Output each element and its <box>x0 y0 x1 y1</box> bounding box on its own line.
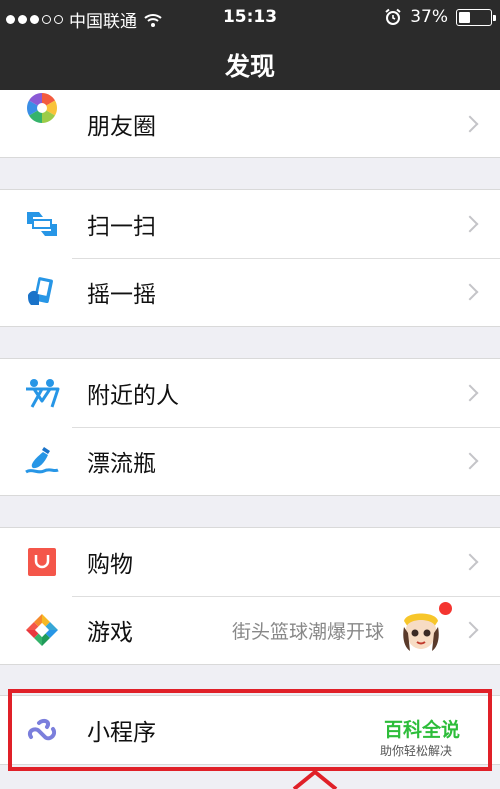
list-item-label: 扫一扫 <box>87 214 156 240</box>
battery-icon <box>456 8 496 26</box>
battery-percent: 37% <box>410 7 448 27</box>
chevron-right-icon <box>461 553 479 571</box>
status-right: 37% <box>384 7 496 27</box>
chevron-right-icon <box>461 215 479 233</box>
chevron-right-icon <box>461 283 479 301</box>
list-item-drift-bottle[interactable]: 漂流瓶 <box>0 427 500 495</box>
group-nearby-bottle: 附近的人 漂流瓶 <box>0 358 500 496</box>
list-item-label: 漂流瓶 <box>87 451 156 477</box>
chevron-right-icon <box>461 452 479 470</box>
battery-fill <box>459 11 470 23</box>
page-title: 发现 <box>224 52 275 81</box>
people-nearby-icon <box>24 375 60 411</box>
group-scan-shake: 扫一扫 摇一摇 <box>0 189 500 327</box>
chevron-right-icon <box>461 621 479 639</box>
list-item-label: 游戏 <box>87 620 133 646</box>
shake-icon <box>24 274 60 310</box>
arrow-up-icon <box>292 770 338 789</box>
watermark-subtitle: 助你轻松解决 <box>379 744 452 758</box>
group-moments: 朋友圈 <box>0 90 500 158</box>
games-icon <box>24 612 60 648</box>
list-item-label: 购物 <box>87 552 133 578</box>
chevron-right-icon <box>461 384 479 402</box>
list-item-label: 小程序 <box>87 720 156 746</box>
alarm-clock-icon <box>385 8 401 25</box>
list-item-scan[interactable]: 扫一扫 <box>0 190 500 258</box>
shopping-bag-icon <box>24 544 60 580</box>
group-shopping-games: 购物 游戏 街头篮球潮爆开球 <box>0 527 500 665</box>
drift-bottle-icon <box>24 443 60 479</box>
watermark-title: 百科全说 <box>383 719 460 741</box>
notification-badge <box>439 602 452 615</box>
list-item-people-nearby[interactable]: 附近的人 <box>0 359 500 427</box>
status-bar: 中国联通 15:13 37% <box>0 0 500 36</box>
game-character-avatar <box>403 613 439 651</box>
games-promo-text: 街头篮球潮爆开球 <box>231 620 384 643</box>
list-item-label: 摇一摇 <box>87 282 156 308</box>
list-item-label: 朋友圈 <box>87 114 156 140</box>
chevron-right-icon <box>461 115 479 133</box>
list-item-shopping[interactable]: 购物 <box>0 528 500 596</box>
list-item-games[interactable]: 游戏 街头篮球潮爆开球 <box>0 596 500 664</box>
list-item-label: 附近的人 <box>87 383 179 409</box>
list-item-shake[interactable]: 摇一摇 <box>0 258 500 326</box>
mini-program-icon <box>24 712 60 748</box>
moments-icon <box>24 90 60 126</box>
list-item-moments[interactable]: 朋友圈 <box>0 90 500 158</box>
scan-icon <box>24 206 60 242</box>
